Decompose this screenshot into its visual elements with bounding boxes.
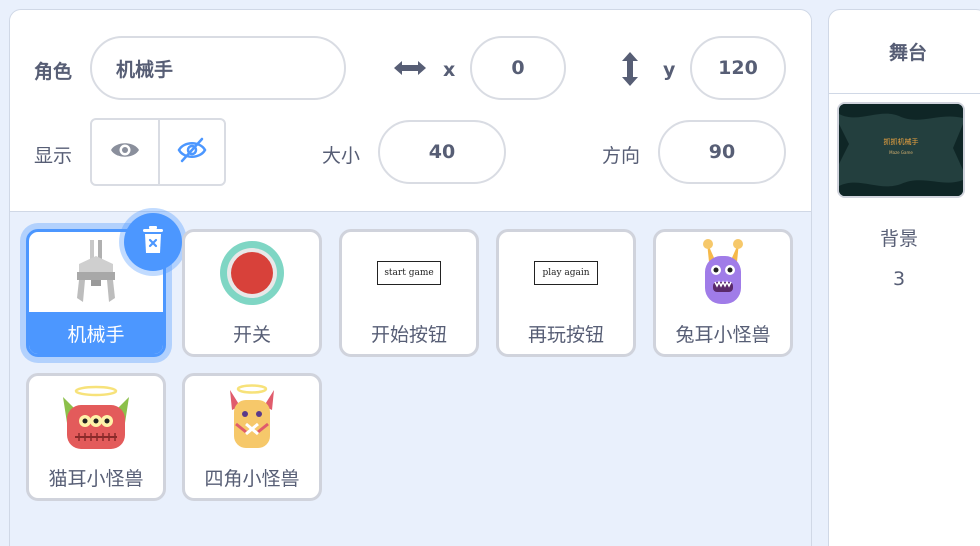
stage-title: 舞台 [829,10,980,94]
sprite-name: 开始按钮 [370,323,447,346]
sprite-tile-bunny-monster[interactable]: 兔耳小怪兽 [653,229,793,357]
sprite-name: 猫耳小怪兽 [48,467,144,490]
size-label: 大小 [322,145,361,167]
sprite-tile-horned-monster[interactable]: 四角小怪兽 [182,373,322,501]
hide-button[interactable] [158,120,224,184]
eye-hidden-icon [177,137,207,167]
x-label: x [443,59,456,81]
start-game-button-icon: start game [342,232,476,314]
sprite-name-input[interactable]: 机械手 [90,36,346,100]
sprite-tile-play-again-button[interactable]: play again 再玩按钮 [496,229,636,357]
visibility-toggle [90,118,226,186]
sprite-label: 角色 [34,61,73,83]
y-label: y [663,59,676,81]
x-input[interactable]: 0 [470,36,566,100]
start-game-thumb-text: start game [377,261,441,285]
stage-pane: 舞台 抓抓机械手 Maze Game 背景 3 [828,9,980,546]
show-button[interactable] [92,120,158,184]
play-again-button-icon: play again [499,232,633,314]
yellow-monster-icon [185,376,319,458]
eye-icon [110,139,140,165]
backdrops-label: 背景 [879,228,918,250]
trash-icon [140,225,166,259]
stage-thumb-subtitle: Maze Game [889,150,913,155]
direction-input[interactable]: 90 [658,120,786,184]
sprite-info-panel: 角色 机械手 x 0 y 120 显示 大小 40 方向 90 [10,10,811,212]
red-monster-icon [29,376,163,458]
y-position-icon [618,50,642,92]
delete-sprite-button[interactable] [124,213,182,271]
show-label: 显示 [34,145,73,167]
sprite-tile-start-button[interactable]: start game 开始按钮 [339,229,479,357]
sprite-name: 开关 [232,323,271,346]
backdrops-count: 3 [892,268,906,290]
size-input[interactable]: 40 [378,120,506,184]
stage-thumb-title: 抓抓机械手 [883,138,919,146]
y-input[interactable]: 120 [690,36,786,100]
sprite-name: 再玩按钮 [527,323,604,346]
play-again-thumb-text: play again [534,261,598,285]
sprite-name: 兔耳小怪兽 [675,323,771,346]
x-position-icon [392,56,428,84]
sprite-name: 四角小怪兽 [204,467,300,490]
red-switch-icon [185,232,319,314]
sprite-name: 机械手 [29,312,163,354]
stage-thumbnail[interactable]: 抓抓机械手 Maze Game [837,102,965,198]
direction-label: 方向 [602,145,641,167]
purple-monster-icon [656,232,790,314]
sprite-tile-cat-monster[interactable]: 猫耳小怪兽 [26,373,166,501]
sprite-tile-switch[interactable]: 开关 [182,229,322,357]
